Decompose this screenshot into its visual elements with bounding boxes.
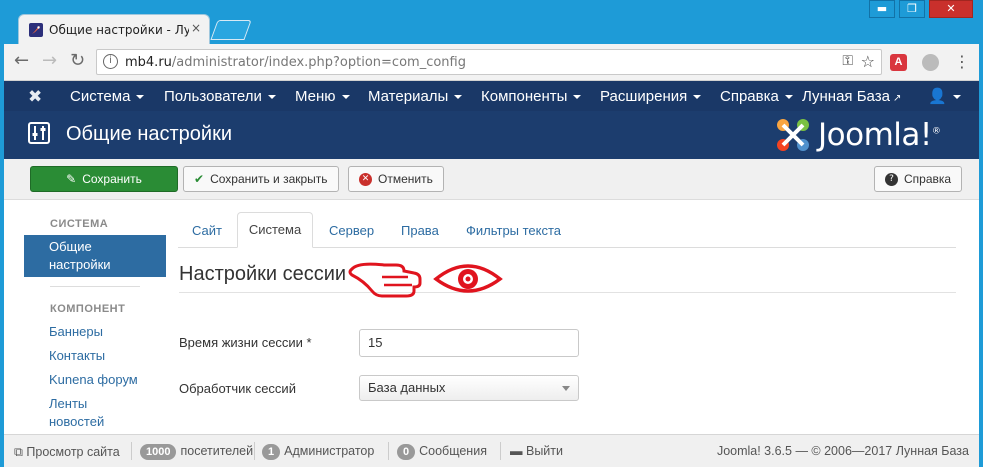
forward-arrow-icon[interactable]: →	[42, 52, 57, 70]
sidebar-divider	[50, 286, 140, 287]
url-text[interactable]: mb4.ru/administrator/index.php?option=co…	[125, 55, 466, 70]
tab-system[interactable]: Система	[237, 212, 313, 248]
help-button[interactable]: ? Справка	[874, 166, 963, 192]
action-toolbar: ✎ Сохранить ✔ Сохранить и закрыть ✕ Отменит…	[4, 159, 979, 200]
footer-copyright: Joomla! 3.6.5 — © 2006—2017 Лунная База	[716, 444, 969, 458]
joomla-brand-icon	[777, 119, 809, 151]
nav-site-link[interactable]: Лунная База ↗	[802, 88, 901, 105]
minus-icon: ▬	[510, 444, 523, 458]
joomla-logo-icon[interactable]: ✖	[28, 87, 42, 107]
sidebar: СИСТЕМА Общие настройки КОМПОНЕНТ Баннер…	[24, 200, 166, 440]
status-separator	[131, 442, 132, 460]
sidebar-item-global-config[interactable]: Общие настройки	[24, 235, 166, 277]
address-bar[interactable]: i mb4.ru/administrator/index.php?option=…	[96, 49, 882, 75]
sidebar-item-contacts[interactable]: Контакты	[49, 347, 105, 365]
tab-site[interactable]: Сайт	[192, 223, 222, 238]
cancel-button[interactable]: ✕ Отменить	[348, 166, 444, 192]
sidebar-heading-component: КОМПОНЕНТ	[50, 303, 126, 315]
view-site-link[interactable]: ⧉ Просмотр сайта	[14, 444, 120, 460]
session-handler-label: Обработчик сессий	[179, 381, 296, 396]
cancel-icon: ✕	[359, 173, 372, 187]
nav-menus[interactable]: Меню	[295, 88, 350, 105]
external-link-icon: ↗	[892, 93, 902, 104]
user-menu-icon[interactable]: 👤	[928, 87, 961, 105]
joomla-admin-page: ✖ Система Пользователи Меню Материалы Ко…	[4, 81, 979, 467]
sidebar-item-banners[interactable]: Баннеры	[49, 323, 103, 341]
session-lifetime-input[interactable]: 15	[359, 329, 579, 357]
save-close-button[interactable]: ✔ Сохранить и закрыть	[183, 166, 339, 192]
edit-icon: ✎	[66, 172, 77, 186]
page-title: Общие настройки	[66, 123, 232, 145]
visitors-status[interactable]: 1000 посетителей	[140, 444, 253, 460]
back-arrow-icon[interactable]: ←	[14, 52, 29, 70]
tab-server[interactable]: Сервер	[329, 223, 374, 238]
close-tab-icon[interactable]: ×	[191, 21, 201, 35]
pdf-extension-icon[interactable]: A	[890, 54, 907, 71]
visitors-badge: 1000	[140, 444, 177, 460]
sidebar-item-newsfeeds[interactable]: Ленты новостей	[49, 395, 104, 431]
config-tabs: Сайт Система Сервер Права Фильтры текста	[178, 212, 956, 248]
chevron-down-icon	[562, 386, 570, 391]
joomla-brand-text: Joomla!®	[818, 117, 941, 153]
nav-help[interactable]: Справка	[720, 88, 793, 105]
page-header: Общие настройки Joomla!®	[4, 111, 979, 159]
new-tab-button[interactable]	[210, 20, 252, 40]
nav-system[interactable]: Система	[70, 88, 145, 105]
messages-status[interactable]: 0 Сообщения	[397, 444, 487, 460]
browser-tab[interactable]: Общие настройки - Лунная База ×	[18, 14, 210, 44]
external-link-icon: ⧉	[14, 444, 23, 459]
sidebar-item-kunena[interactable]: Kunena форум	[49, 371, 138, 389]
status-bar: ⧉ Просмотр сайта 1000 посетителей 1 Админи…	[4, 434, 979, 467]
tab-text-filters[interactable]: Фильтры текста	[466, 223, 561, 238]
check-icon: ✔	[194, 172, 205, 186]
nav-content[interactable]: Материалы	[368, 88, 463, 105]
session-handler-select[interactable]: База данных	[359, 375, 579, 401]
nav-components[interactable]: Компоненты	[481, 88, 582, 105]
extension-icon[interactable]	[922, 54, 939, 71]
admin-navbar: ✖ Система Пользователи Меню Материалы Ко…	[4, 81, 979, 111]
menu-dots-icon[interactable]: ⋮	[954, 52, 970, 71]
save-button[interactable]: ✎ Сохранить	[30, 166, 178, 192]
rocket-icon	[29, 23, 43, 37]
admins-badge: 1	[262, 444, 281, 460]
nav-users[interactable]: Пользователи	[164, 88, 276, 105]
maximize-button[interactable]: ❐	[899, 0, 925, 18]
status-separator	[388, 442, 389, 460]
url-path: /administrator/index.php?option=com_conf…	[171, 55, 466, 70]
admins-status[interactable]: 1 Администратор	[262, 444, 374, 460]
reload-icon[interactable]: ↻	[70, 52, 85, 70]
status-separator	[500, 442, 501, 460]
close-window-button[interactable]: ✕	[929, 0, 973, 18]
key-icon[interactable]: ⚿	[842, 53, 853, 69]
status-separator	[254, 442, 255, 460]
question-icon: ?	[885, 173, 898, 187]
settings-sliders-icon	[28, 122, 50, 144]
tab-title: Общие настройки - Лунная База	[49, 23, 189, 37]
sidebar-heading-system: СИСТЕМА	[50, 218, 109, 230]
browser-toolbar: ← → ↻ i mb4.ru/administrator/index.php?o…	[4, 44, 979, 81]
star-icon[interactable]: ☆	[861, 52, 875, 71]
minimize-button[interactable]: ▬	[869, 0, 895, 18]
nav-extensions[interactable]: Расширения	[600, 88, 702, 105]
browser-titlebar: Общие настройки - Лунная База × ▬ ❐ ✕	[0, 0, 983, 44]
section-divider	[179, 292, 956, 293]
info-icon[interactable]: i	[103, 54, 118, 69]
window-controls: ▬ ❐ ✕	[869, 0, 973, 18]
url-host: mb4.ru	[125, 55, 172, 70]
annotation-hand-eye-icon	[348, 262, 503, 298]
logout-link[interactable]: ▬ Выйти	[510, 444, 563, 458]
tab-permissions[interactable]: Права	[401, 223, 439, 238]
messages-badge: 0	[397, 444, 416, 460]
session-lifetime-label: Время жизни сессии *	[179, 335, 312, 350]
section-title: Настройки сессии	[179, 263, 347, 285]
